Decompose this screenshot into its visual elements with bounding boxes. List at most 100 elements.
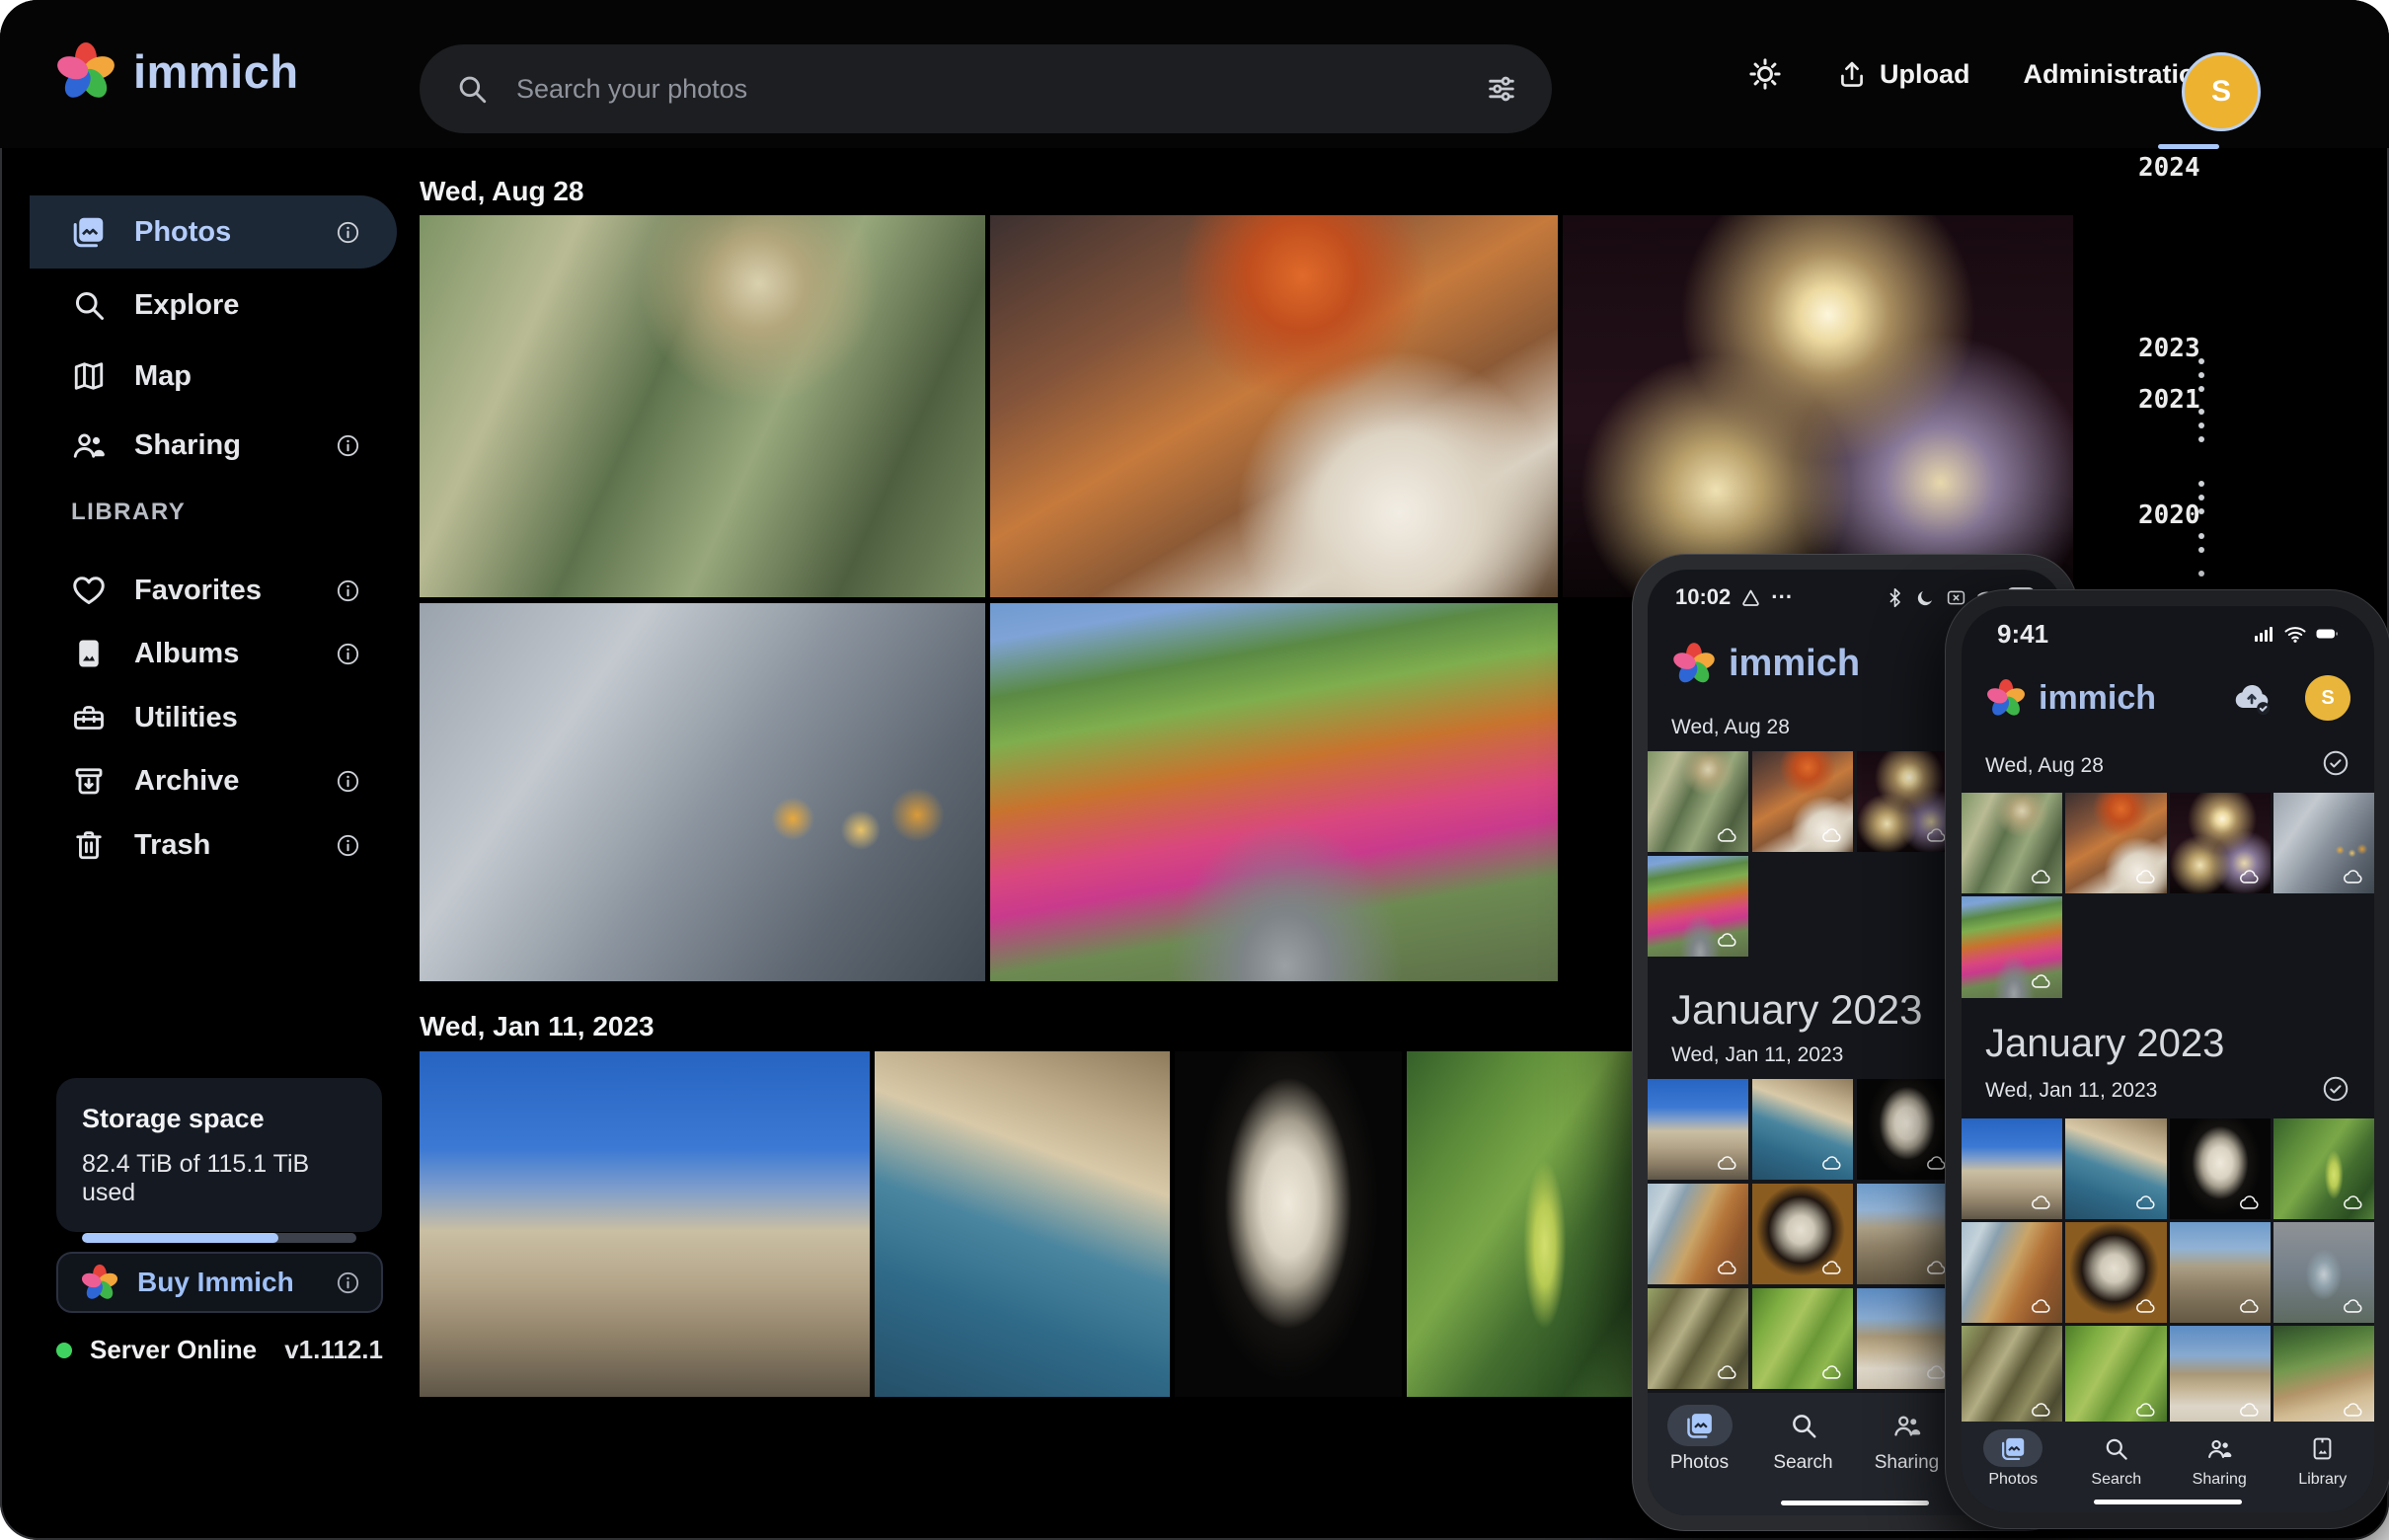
filter-sliders-icon[interactable]: [1485, 72, 1518, 106]
photo-fireworks[interactable]: [1563, 215, 2073, 597]
tab-photos[interactable]: Photos: [1667, 1405, 1733, 1474]
photo-fireworks[interactable]: [1857, 751, 1958, 852]
immich-logo[interactable]: immich: [54, 39, 299, 103]
photo-fortress[interactable]: [1962, 1118, 2062, 1219]
timeline-year[interactable]: 2021: [2138, 385, 2200, 415]
cloud-sync-icon[interactable]: [2230, 678, 2275, 718]
cloud-icon: [1819, 1257, 1845, 1278]
timeline-dot: [2198, 571, 2204, 577]
sidebar-item-favorites[interactable]: Favorites: [30, 563, 397, 618]
tab-search[interactable]: Search: [2087, 1429, 2146, 1489]
upload-button[interactable]: Upload: [1836, 58, 1970, 90]
sidebar-item-label: Trash: [134, 829, 335, 862]
photo-ruin-wall[interactable]: [2170, 1222, 2271, 1323]
photo-marble-sculpture[interactable]: [1752, 1184, 1853, 1284]
timeline-year[interactable]: 2020: [2138, 500, 2200, 530]
photo-winter-church[interactable]: [2170, 1326, 2271, 1422]
sidebar-item-utilities[interactable]: Utilities: [30, 690, 397, 745]
people-icon: [1892, 1411, 1922, 1440]
date-group-header: Wed, Jan 11, 2023: [420, 1011, 655, 1042]
photo-sea-grapes[interactable]: [1407, 1051, 1637, 1397]
theme-toggle-sun-icon[interactable]: [1747, 56, 1783, 92]
photo-fortress[interactable]: [1648, 1079, 1748, 1180]
photo-holding-hands[interactable]: [420, 603, 985, 981]
cloud-icon: [2341, 1399, 2366, 1421]
photo-sea-grapes[interactable]: [2273, 1118, 2374, 1219]
user-avatar[interactable]: S: [2305, 675, 2350, 721]
sidebar-item-explore[interactable]: Explore: [30, 277, 397, 333]
photo-coastal-town[interactable]: [2065, 1118, 2166, 1219]
tab-sharing[interactable]: Sharing: [1875, 1405, 1940, 1474]
photo-monkeys[interactable]: [420, 215, 985, 597]
photo-marble-sculpture[interactable]: [2065, 1222, 2166, 1323]
search-bar[interactable]: [420, 44, 1552, 133]
user-avatar[interactable]: S: [2182, 52, 2261, 131]
info-icon[interactable]: [335, 641, 361, 667]
photo-beach-cliff[interactable]: [1648, 1184, 1748, 1284]
tab-sharing[interactable]: Sharing: [2190, 1429, 2249, 1489]
tab-photos[interactable]: Photos: [1983, 1429, 2042, 1489]
select-all-check-icon[interactable]: [2321, 1074, 2350, 1109]
sidebar-item-map[interactable]: Map: [30, 348, 397, 404]
photo-holding-hands[interactable]: [2273, 793, 2374, 893]
sidebar-item-trash[interactable]: Trash: [30, 817, 397, 873]
timeline-dot: [2198, 508, 2204, 514]
cloud-icon: [1715, 1257, 1740, 1278]
map-icon: [71, 358, 107, 394]
photo-dinner-table[interactable]: [990, 215, 1558, 597]
photo-lizard[interactable]: [1962, 1326, 2062, 1422]
timeline-year[interactable]: 2023: [2138, 334, 2200, 363]
info-icon[interactable]: [335, 432, 361, 459]
photo-winter-church[interactable]: [1857, 1288, 1958, 1389]
tab-search[interactable]: Search: [1771, 1405, 1836, 1474]
photo-fireworks[interactable]: [2170, 793, 2271, 893]
buy-immich-button[interactable]: Buy Immich: [56, 1252, 383, 1313]
photo-image: [990, 215, 1558, 597]
photo-autumn-park[interactable]: [1648, 856, 1748, 957]
photo-beach-cliff[interactable]: [1962, 1222, 2062, 1323]
more-dots: ···: [1771, 584, 1793, 610]
sidebar-item-label: Sharing: [134, 429, 335, 462]
photo-dinner-table[interactable]: [2065, 793, 2166, 893]
photo-monkeys[interactable]: [1962, 793, 2062, 893]
info-icon[interactable]: [335, 219, 361, 246]
sidebar-item-label: Albums: [134, 638, 335, 670]
tab-library[interactable]: Library: [2293, 1429, 2352, 1489]
photo-ornate-tower[interactable]: [2273, 1222, 2374, 1323]
photo-marble-bust[interactable]: [1175, 1051, 1402, 1397]
search-input[interactable]: [514, 73, 1485, 106]
photo-coastal-town[interactable]: [1752, 1079, 1853, 1180]
photo-lizard-moss[interactable]: [2065, 1326, 2166, 1422]
photo-fortress[interactable]: [420, 1051, 870, 1397]
photo-lizard-moss[interactable]: [1752, 1288, 1853, 1389]
moon-dnd-icon: [1915, 587, 1936, 608]
cloud-icon: [2133, 1192, 2159, 1213]
cloud-icon: [2341, 866, 2366, 887]
sidebar-item-sharing[interactable]: Sharing: [30, 418, 397, 473]
photo-monkeys[interactable]: [1648, 751, 1748, 852]
month-header: January 2023: [1962, 998, 2374, 1068]
info-icon[interactable]: [335, 768, 361, 795]
timeline-scrubber-handle[interactable]: [2158, 144, 2219, 149]
timeline-year[interactable]: 2024: [2138, 153, 2200, 183]
app-header: immich S: [1962, 661, 2374, 734]
photo-ruin-wall[interactable]: [1857, 1184, 1958, 1284]
ios-status-bar: 9:41: [1962, 606, 2374, 661]
photo-marble-bust[interactable]: [1857, 1079, 1958, 1180]
info-icon[interactable]: [335, 832, 361, 859]
photo-dinner-table[interactable]: [1752, 751, 1853, 852]
select-all-check-icon[interactable]: [2321, 748, 2350, 783]
info-icon[interactable]: [335, 578, 361, 604]
sidebar-item-archive[interactable]: Archive: [30, 753, 397, 808]
photo-image: [420, 603, 985, 981]
sidebar-item-photos[interactable]: Photos: [30, 195, 397, 269]
photo-coastal-town[interactable]: [875, 1051, 1170, 1397]
info-icon[interactable]: [335, 1270, 361, 1296]
photo-autumn-park[interactable]: [990, 603, 1558, 981]
photo-autumn-park[interactable]: [1962, 896, 2062, 997]
photo-marble-bust[interactable]: [2170, 1118, 2271, 1219]
photo-lizard[interactable]: [1648, 1288, 1748, 1389]
storage-progress-track: [82, 1233, 356, 1243]
sidebar-item-albums[interactable]: Albums: [30, 626, 397, 681]
photo-alpine-village[interactable]: [2273, 1326, 2374, 1422]
